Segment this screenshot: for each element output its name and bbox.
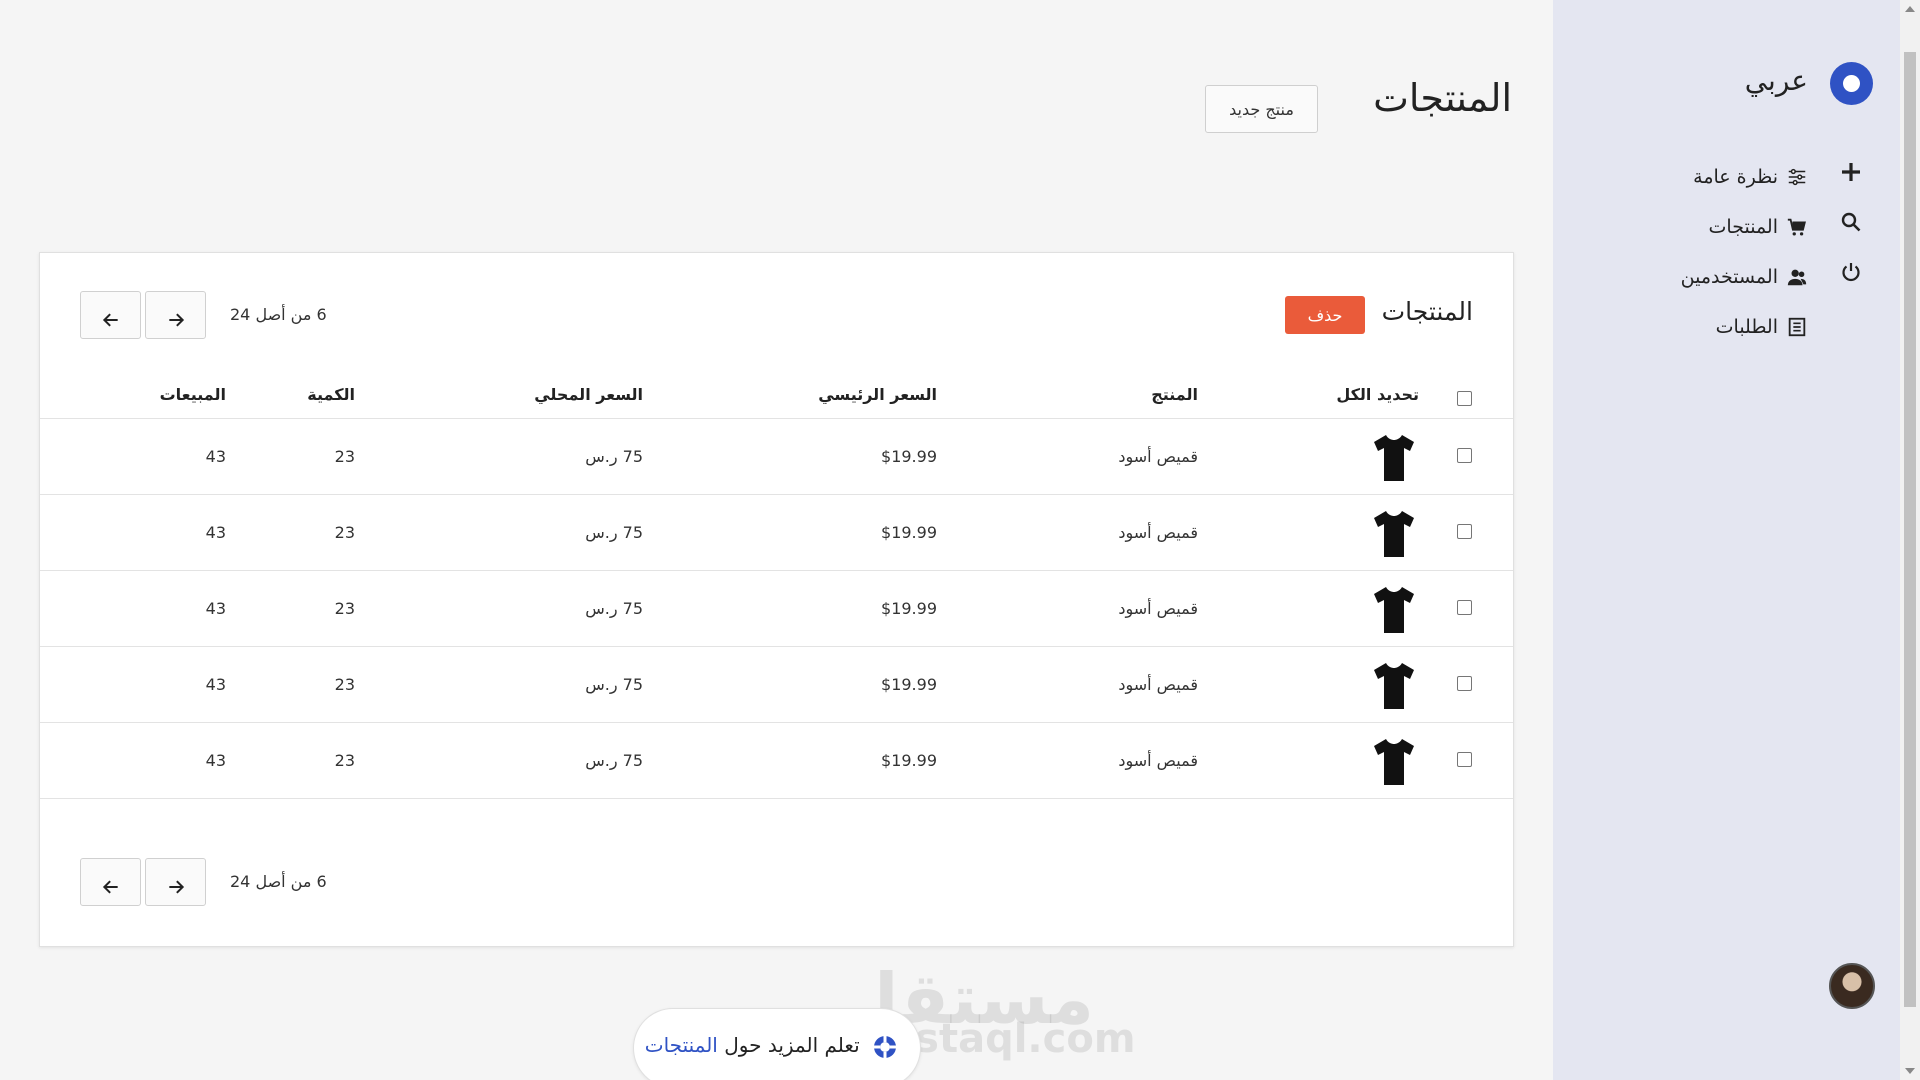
- cell-price: $19.99: [881, 675, 937, 694]
- header-select-all: تحديد الكل: [1336, 385, 1419, 404]
- header-sales: المبيعات: [159, 385, 226, 404]
- page-title: المنتجات: [1373, 76, 1512, 120]
- tshirt-image: [1374, 435, 1414, 481]
- cell-price: $19.99: [881, 447, 937, 466]
- cell-sales: 43: [205, 675, 226, 694]
- header-quantity: الكمية: [307, 385, 355, 404]
- avatar[interactable]: [1829, 963, 1875, 1009]
- next-page-button[interactable]: [145, 858, 206, 906]
- products-card: المنتجات حذف 6 من أصل 24 تحديد الكل المن…: [39, 252, 1514, 947]
- sidebar-item-label: الطلبات: [1715, 316, 1778, 338]
- learn-more-link[interactable]: المنتجات: [645, 1033, 718, 1057]
- row-checkbox[interactable]: [1457, 524, 1472, 539]
- cell-quantity: 23: [334, 675, 355, 694]
- cell-product: قميص أسود: [1118, 599, 1198, 618]
- pagination-text: 6 من أصل 24: [230, 872, 327, 891]
- scroll-up-arrow-icon[interactable]: [1905, 6, 1915, 12]
- cell-sales: 43: [205, 447, 226, 466]
- row-checkbox[interactable]: [1457, 600, 1472, 615]
- table-row: قميص أسود $19.99 75 ر.س 23 43: [40, 419, 1513, 495]
- cell-quantity: 23: [334, 523, 355, 542]
- cell-quantity: 23: [334, 751, 355, 770]
- cell-price: $19.99: [881, 523, 937, 542]
- tshirt-image: [1374, 739, 1414, 785]
- cell-local-price: 75 ر.س: [585, 751, 643, 770]
- cell-local-price: 75 ر.س: [585, 599, 643, 618]
- sidebar: عربي نظرة عامة المنتجات المستخدمين الطلب…: [1553, 0, 1900, 1080]
- plus-icon[interactable]: [1836, 155, 1866, 205]
- sliders-icon: [1788, 168, 1806, 186]
- sidebar-item-label: نظرة عامة: [1693, 166, 1778, 188]
- header-local-price: السعر المحلي: [534, 385, 643, 404]
- cell-sales: 43: [205, 523, 226, 542]
- sidebar-item-products[interactable]: المنتجات: [1681, 202, 1808, 252]
- row-checkbox[interactable]: [1457, 752, 1472, 767]
- table-row: قميص أسود $19.99 75 ر.س 23 43: [40, 495, 1513, 571]
- cart-icon: [1787, 218, 1806, 236]
- row-checkbox[interactable]: [1457, 676, 1472, 691]
- select-all-checkbox[interactable]: [1457, 391, 1472, 406]
- cell-product: قميص أسود: [1118, 447, 1198, 466]
- cell-product: قميص أسود: [1118, 675, 1198, 694]
- new-product-button[interactable]: منتج جديد: [1205, 85, 1318, 133]
- prev-page-button[interactable]: [80, 858, 141, 906]
- sidebar-item-users[interactable]: المستخدمين: [1681, 252, 1808, 302]
- delete-button[interactable]: حذف: [1285, 296, 1365, 334]
- cell-sales: 43: [205, 599, 226, 618]
- row-checkbox[interactable]: [1457, 448, 1472, 463]
- brand-logo-icon[interactable]: [1830, 62, 1873, 105]
- table-header: تحديد الكل المنتج السعر الرئيسي السعر ال…: [40, 365, 1513, 419]
- cell-local-price: 75 ر.س: [585, 447, 643, 466]
- cell-quantity: 23: [334, 599, 355, 618]
- cell-local-price: 75 ر.س: [585, 675, 643, 694]
- arrow-left-icon: [102, 880, 118, 894]
- search-icon[interactable]: [1836, 205, 1866, 255]
- page-scrollbar[interactable]: [1900, 0, 1920, 1080]
- learn-more-banner: تعلم المزيد حول المنتجات: [633, 1008, 921, 1080]
- lifebuoy-icon: [874, 1035, 896, 1058]
- power-icon[interactable]: [1836, 255, 1866, 305]
- learn-more-text: تعلم المزيد حول: [724, 1033, 860, 1057]
- sidebar-nav: نظرة عامة المنتجات المستخدمين الطلبات: [1681, 152, 1808, 352]
- arrow-right-icon: [168, 880, 184, 894]
- tshirt-image: [1374, 587, 1414, 633]
- sidebar-actions: [1836, 155, 1866, 305]
- sidebar-item-orders[interactable]: الطلبات: [1681, 302, 1808, 352]
- pagination-top: 6 من أصل 24: [80, 291, 380, 339]
- cell-price: $19.99: [881, 599, 937, 618]
- cell-product: قميص أسود: [1118, 751, 1198, 770]
- header-product: المنتج: [1151, 385, 1198, 404]
- cell-quantity: 23: [334, 447, 355, 466]
- arrow-left-icon: [102, 313, 118, 327]
- sidebar-item-overview[interactable]: نظرة عامة: [1681, 152, 1808, 202]
- cell-price: $19.99: [881, 751, 937, 770]
- document-icon: [1788, 317, 1806, 337]
- table-row: قميص أسود $19.99 75 ر.س 23 43: [40, 647, 1513, 723]
- cell-local-price: 75 ر.س: [585, 523, 643, 542]
- pagination-bottom: 6 من أصل 24: [80, 858, 380, 906]
- table-row: قميص أسود $19.99 75 ر.س 23 43: [40, 723, 1513, 799]
- arrow-right-icon: [168, 313, 184, 327]
- sidebar-item-label: المنتجات: [1708, 216, 1778, 238]
- prev-page-button[interactable]: [80, 291, 141, 339]
- scroll-down-arrow-icon[interactable]: [1905, 1068, 1915, 1074]
- pagination-text: 6 من أصل 24: [230, 305, 327, 324]
- tshirt-image: [1374, 663, 1414, 709]
- scroll-thumb[interactable]: [1904, 52, 1916, 1007]
- header-price: السعر الرئيسي: [818, 385, 937, 404]
- sidebar-item-label: المستخدمين: [1680, 266, 1778, 288]
- cell-sales: 43: [205, 751, 226, 770]
- tshirt-image: [1374, 511, 1414, 557]
- cell-product: قميص أسود: [1118, 523, 1198, 542]
- brand-name: عربي: [1744, 64, 1808, 97]
- next-page-button[interactable]: [145, 291, 206, 339]
- table-body: قميص أسود $19.99 75 ر.س 23 43 قميص أسود …: [40, 419, 1513, 799]
- users-icon: [1787, 269, 1807, 286]
- table-row: قميص أسود $19.99 75 ر.س 23 43: [40, 571, 1513, 647]
- card-title: المنتجات: [1381, 297, 1473, 326]
